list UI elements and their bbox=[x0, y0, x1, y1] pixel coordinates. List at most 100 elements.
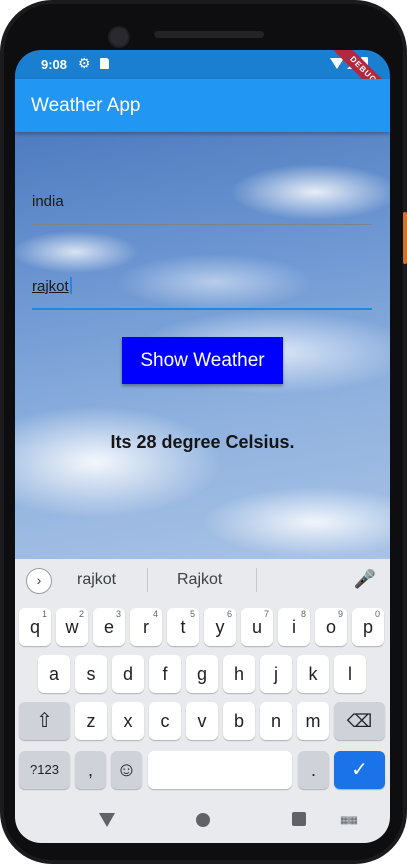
key-r[interactable]: r4 bbox=[130, 608, 162, 646]
back-icon[interactable] bbox=[99, 813, 115, 827]
key-h[interactable]: h bbox=[223, 655, 255, 693]
phone-frame: 9:08 ⚙ DEBUG Weather App india rajkot Sh… bbox=[0, 0, 407, 864]
status-bar: 9:08 ⚙ DEBUG bbox=[15, 50, 390, 114]
recent-apps-icon[interactable] bbox=[292, 812, 306, 826]
key-label: t bbox=[180, 617, 186, 637]
key-d[interactable]: d bbox=[112, 655, 144, 693]
key-v[interactable]: v bbox=[186, 702, 218, 740]
power-button[interactable] bbox=[403, 212, 407, 264]
key-e[interactable]: e3 bbox=[93, 608, 125, 646]
screen: 9:08 ⚙ DEBUG Weather App india rajkot Sh… bbox=[15, 50, 390, 843]
suggestion-divider bbox=[147, 568, 148, 592]
key-b[interactable]: b bbox=[223, 702, 255, 740]
key-label: n bbox=[270, 711, 281, 731]
country-input[interactable]: india bbox=[32, 190, 372, 225]
key-q[interactable]: q1 bbox=[19, 608, 51, 646]
key-z[interactable]: z bbox=[75, 702, 107, 740]
suggestion-divider bbox=[256, 568, 257, 592]
key-label: j bbox=[274, 664, 278, 684]
key-g[interactable]: g bbox=[186, 655, 218, 693]
navigation-bar: ▦▦ bbox=[15, 799, 390, 843]
front-camera bbox=[108, 26, 130, 48]
key-y[interactable]: y6 bbox=[204, 608, 236, 646]
key-t[interactable]: t5 bbox=[167, 608, 199, 646]
key-hint: 7 bbox=[263, 609, 269, 619]
suggestion-1[interactable]: rajkot bbox=[77, 571, 116, 589]
backspace-icon[interactable]: ⌫ bbox=[334, 702, 385, 740]
app-title: Weather App bbox=[31, 95, 141, 116]
key-hint: 5 bbox=[189, 609, 195, 619]
key-hint: 8 bbox=[300, 609, 306, 619]
key-a[interactable]: a bbox=[38, 655, 70, 693]
key-hint: 1 bbox=[41, 609, 47, 619]
key-w[interactable]: w2 bbox=[56, 608, 88, 646]
period-key[interactable]: . bbox=[298, 751, 329, 789]
key-hint: 4 bbox=[152, 609, 158, 619]
key-hint: 3 bbox=[115, 609, 121, 619]
key-label: x bbox=[123, 711, 133, 731]
key-l[interactable]: l bbox=[334, 655, 366, 693]
key-hint: 9 bbox=[337, 609, 343, 619]
show-weather-button[interactable]: Show Weather bbox=[122, 337, 283, 384]
key-x[interactable]: x bbox=[112, 702, 144, 740]
key-i[interactable]: i8 bbox=[278, 608, 310, 646]
key-hint: 2 bbox=[78, 609, 84, 619]
shift-icon[interactable]: ⇧ bbox=[19, 702, 70, 740]
status-time: 9:08 bbox=[41, 57, 68, 72]
keyboard-switch-icon[interactable]: ▦▦ bbox=[340, 815, 358, 826]
key-n[interactable]: n bbox=[260, 702, 292, 740]
comma-key[interactable]: , bbox=[75, 751, 106, 789]
key-label: a bbox=[48, 664, 59, 684]
space-key[interactable] bbox=[148, 751, 292, 789]
key-o[interactable]: o9 bbox=[315, 608, 347, 646]
soft-keyboard: › rajkot Rajkot 🎤 ?123 , ☺ . ✓ ⇧ ⌫ q1w2e… bbox=[15, 559, 390, 799]
chevron-right-icon[interactable]: › bbox=[26, 568, 52, 594]
key-label: c bbox=[160, 711, 170, 731]
app-bar: Weather App bbox=[15, 79, 390, 132]
city-input-value: rajkot bbox=[32, 278, 69, 295]
city-input[interactable]: rajkot bbox=[32, 274, 372, 310]
key-label: i bbox=[292, 617, 296, 637]
key-label: k bbox=[308, 664, 318, 684]
key-label: b bbox=[233, 711, 244, 731]
emoji-icon[interactable]: ☺ bbox=[111, 751, 142, 789]
key-label: l bbox=[348, 664, 352, 684]
key-label: o bbox=[325, 617, 336, 637]
key-c[interactable]: c bbox=[149, 702, 181, 740]
key-u[interactable]: u7 bbox=[241, 608, 273, 646]
key-label: w bbox=[65, 617, 79, 637]
key-label: y bbox=[215, 617, 225, 637]
key-label: f bbox=[162, 664, 168, 684]
key-f[interactable]: f bbox=[149, 655, 181, 693]
country-input-value: india bbox=[32, 193, 64, 210]
key-m[interactable]: m bbox=[297, 702, 329, 740]
check-icon[interactable]: ✓ bbox=[334, 751, 385, 789]
key-label: v bbox=[197, 711, 207, 731]
key-label: p bbox=[362, 617, 373, 637]
suggestion-strip: › rajkot Rajkot 🎤 bbox=[15, 559, 390, 603]
key-p[interactable]: p0 bbox=[352, 608, 384, 646]
key-label: m bbox=[305, 711, 321, 731]
weather-result: Its 28 degree Celsius. bbox=[110, 432, 295, 452]
key-label: h bbox=[233, 664, 244, 684]
text-cursor bbox=[69, 277, 72, 294]
key-label: d bbox=[122, 664, 133, 684]
key-label: u bbox=[251, 617, 262, 637]
key-j[interactable]: j bbox=[260, 655, 292, 693]
key-hint: 6 bbox=[226, 609, 232, 619]
sd-card-icon bbox=[100, 58, 109, 69]
key-label: z bbox=[86, 711, 96, 731]
home-icon[interactable] bbox=[196, 813, 210, 827]
key-label: e bbox=[103, 617, 114, 637]
microphone-icon[interactable]: 🎤 bbox=[354, 569, 376, 590]
sky-background: india rajkot Show Weather Its 28 degree … bbox=[15, 132, 390, 559]
key-label: q bbox=[29, 617, 40, 637]
suggestion-2[interactable]: Rajkot bbox=[177, 571, 222, 589]
gear-icon: ⚙ bbox=[78, 55, 91, 71]
earpiece-speaker bbox=[154, 31, 264, 38]
key-label: r bbox=[143, 617, 149, 637]
symbols-key[interactable]: ?123 bbox=[19, 751, 70, 789]
key-k[interactable]: k bbox=[297, 655, 329, 693]
key-s[interactable]: s bbox=[75, 655, 107, 693]
key-label: s bbox=[86, 664, 96, 684]
